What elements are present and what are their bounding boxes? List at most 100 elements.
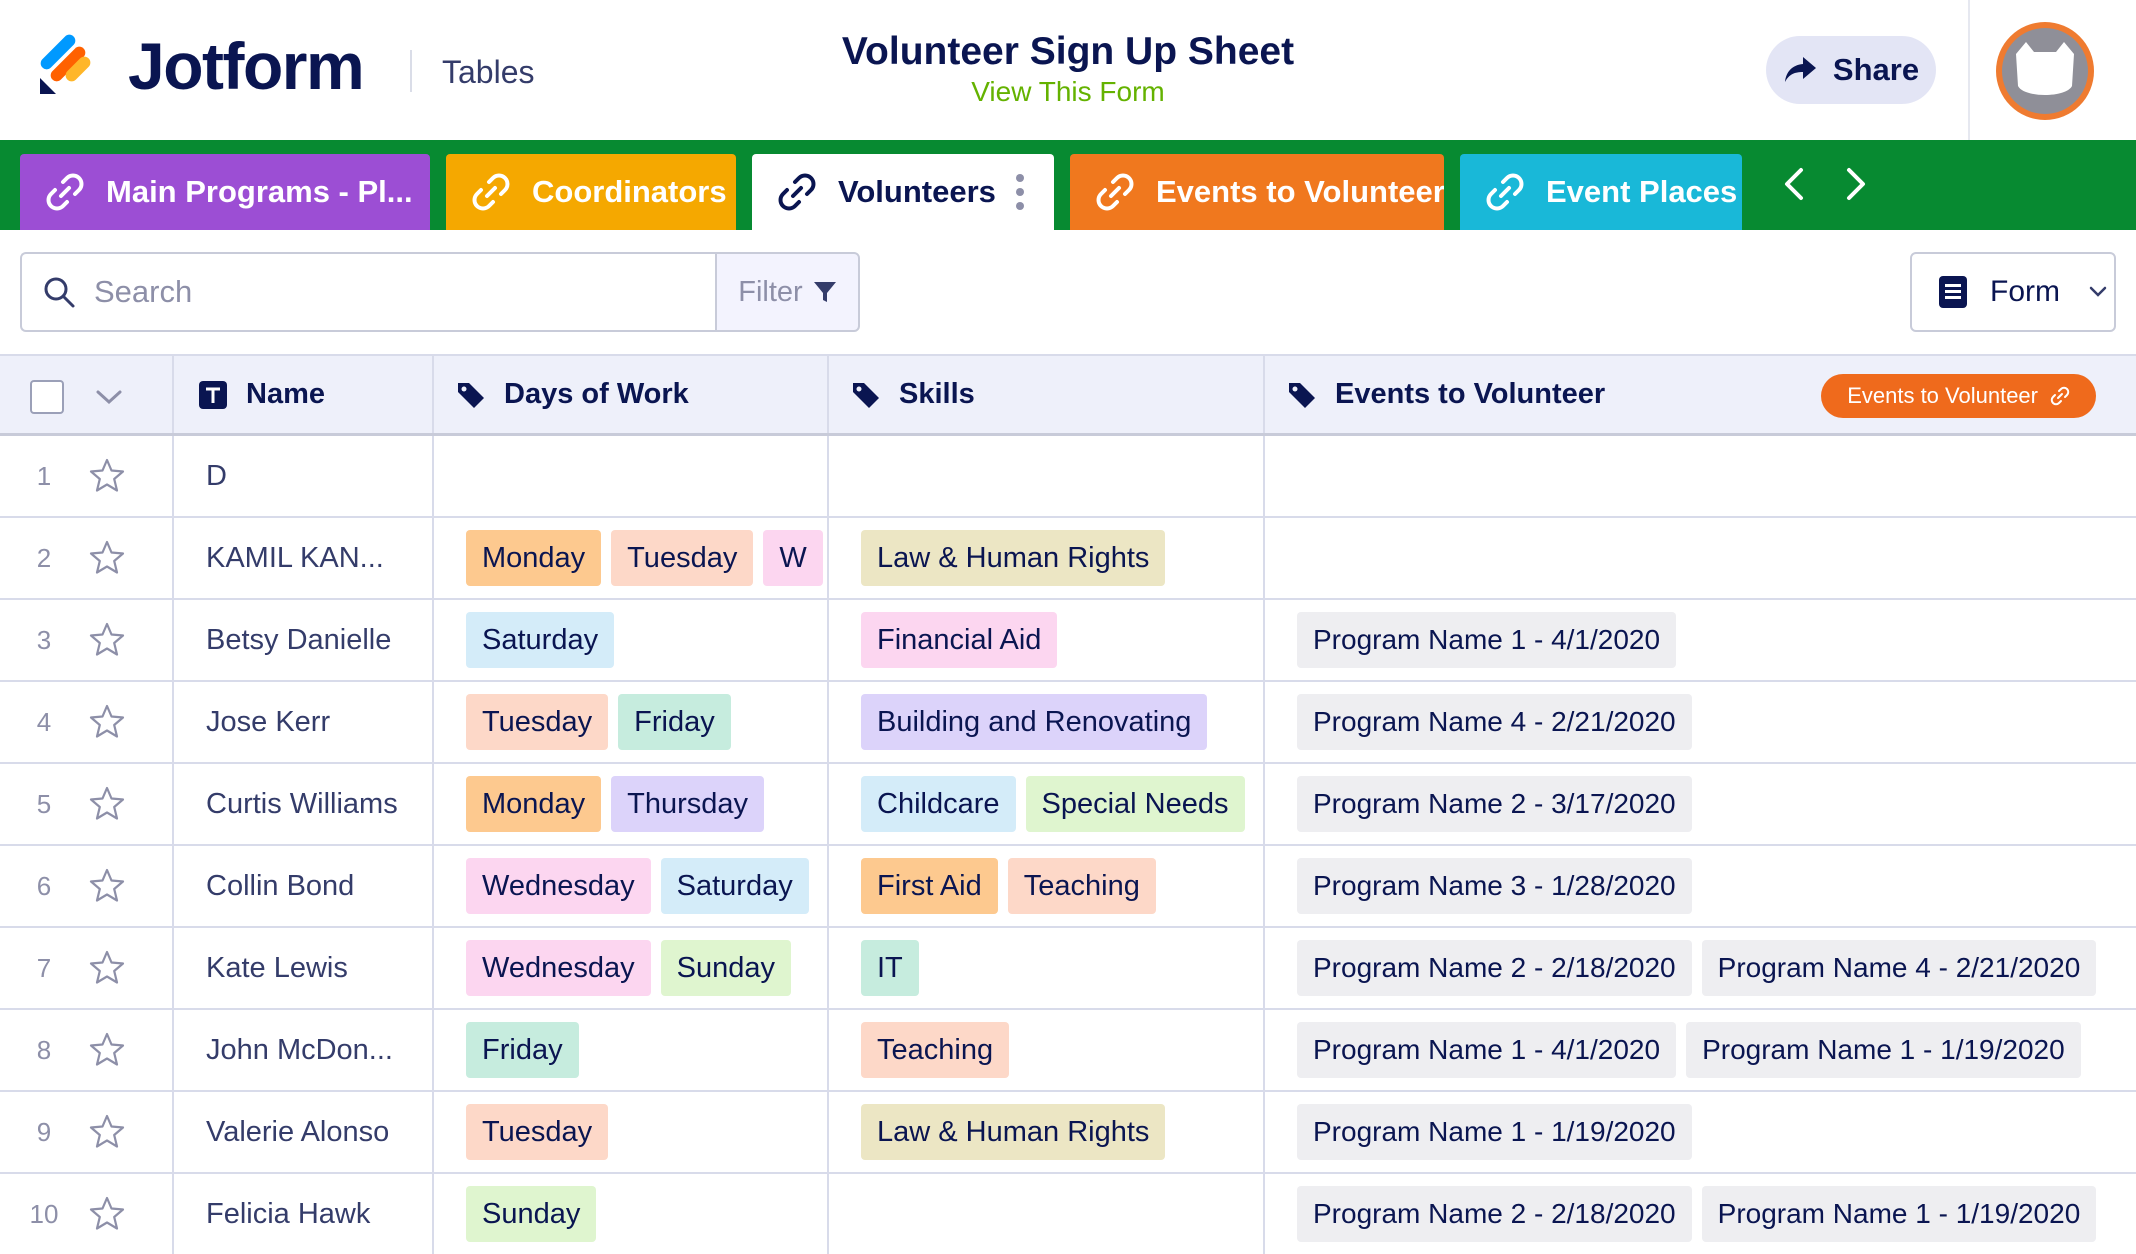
skills-cell[interactable] — [829, 436, 1265, 516]
events-to-volunteer-cell[interactable]: Program Name 2 - 2/18/2020 Program Name 4… — [1265, 928, 2136, 1008]
star-icon[interactable] — [88, 539, 126, 577]
skills-cell[interactable]: Financial Aid — [829, 600, 1265, 680]
column-header-name[interactable]: Name — [174, 356, 434, 433]
search-input[interactable] — [94, 274, 694, 310]
days-of-work-cell[interactable]: Tuesday Friday — [434, 682, 829, 762]
row-index-cell: 3 — [0, 600, 174, 680]
chevron-down-icon — [2089, 286, 2107, 297]
chevron-left-icon[interactable] — [1774, 162, 1818, 206]
tab-events-to-volunteer[interactable]: Events to Volunteer — [1070, 154, 1444, 230]
column-header-events-to-volunteer[interactable]: Events to Volunteer Events to Volunteer — [1265, 356, 2136, 433]
event-tag[interactable]: Program Name 1 - 4/1/2020 — [1297, 612, 1677, 668]
chevron-down-icon[interactable] — [94, 388, 124, 406]
events-to-volunteer-cell[interactable]: Program Name 1 - 4/1/2020 Program Name 1 … — [1265, 1010, 2136, 1090]
skill-tag: Law & Human Rights — [861, 1104, 1166, 1160]
search-box[interactable] — [20, 252, 716, 332]
view-form-link[interactable]: View This Form — [740, 74, 1396, 110]
event-tag[interactable]: Program Name 1 - 1/19/2020 — [1686, 1022, 2081, 1078]
star-icon[interactable] — [88, 785, 126, 823]
name-cell[interactable]: Curtis Williams — [174, 764, 434, 844]
events-to-volunteer-cell[interactable]: Program Name 2 - 3/17/2020 — [1265, 764, 2136, 844]
tab-volunteers[interactable]: Volunteers — [752, 154, 1054, 230]
star-icon[interactable] — [88, 1113, 126, 1151]
day-tag: Sunday — [466, 1186, 597, 1242]
name-cell[interactable]: D — [174, 436, 434, 516]
days-of-work-cell[interactable]: Monday Thursday — [434, 764, 829, 844]
skills-cell[interactable]: Building and Renovating — [829, 682, 1265, 762]
name-cell[interactable]: Kate Lewis — [174, 928, 434, 1008]
tab-coordinators[interactable]: Coordinators — [446, 154, 736, 230]
name-cell[interactable]: John McDon... — [174, 1010, 434, 1090]
day-tag: Wednesday — [466, 858, 651, 914]
skills-cell[interactable]: Childcare Special Needs — [829, 764, 1265, 844]
view-form-button[interactable]: Form — [1910, 252, 2116, 332]
events-to-volunteer-cell[interactable] — [1265, 518, 2136, 598]
event-tag[interactable]: Program Name 2 - 3/17/2020 — [1297, 776, 1692, 832]
jotform-logo-icon[interactable] — [38, 34, 100, 96]
star-icon[interactable] — [88, 949, 126, 987]
star-icon[interactable] — [88, 621, 126, 659]
events-to-volunteer-cell[interactable]: Program Name 4 - 2/21/2020 — [1265, 682, 2136, 762]
name-cell[interactable]: Felicia Hawk — [174, 1174, 434, 1254]
days-of-work-cell[interactable] — [434, 436, 829, 516]
star-icon[interactable] — [88, 703, 126, 741]
day-tag: Saturday — [466, 612, 615, 668]
tab-event-places[interactable]: Event Places — [1460, 154, 1742, 230]
column-header-days-of-work[interactable]: Days of Work — [434, 356, 829, 433]
star-icon[interactable] — [88, 867, 126, 905]
name-cell[interactable]: Valerie Alonso — [174, 1092, 434, 1172]
events-to-volunteer-cell[interactable]: Program Name 3 - 1/28/2020 — [1265, 846, 2136, 926]
filter-button[interactable]: Filter — [715, 252, 860, 332]
star-icon[interactable] — [88, 457, 126, 495]
events-to-volunteer-cell[interactable]: Program Name 1 - 1/19/2020 — [1265, 1092, 2136, 1172]
event-tag[interactable]: Program Name 3 - 1/28/2020 — [1297, 858, 1692, 914]
event-tag[interactable]: Program Name 2 - 2/18/2020 — [1297, 940, 1692, 996]
events-to-volunteer-cell[interactable] — [1265, 436, 2136, 516]
skill-tag: Law & Human Rights — [861, 530, 1166, 586]
events-to-volunteer-cell[interactable]: Program Name 2 - 2/18/2020 Program Name 1… — [1265, 1174, 2136, 1254]
name-cell[interactable]: Collin Bond — [174, 846, 434, 926]
event-tag[interactable]: Program Name 4 - 2/21/2020 — [1297, 694, 1692, 750]
skills-cell[interactable]: First Aid Teaching — [829, 846, 1265, 926]
name-cell[interactable]: Jose Kerr — [174, 682, 434, 762]
event-tag[interactable]: Program Name 1 - 4/1/2020 — [1297, 1022, 1677, 1078]
event-tag[interactable]: Program Name 1 - 1/19/2020 — [1701, 1186, 2097, 1242]
star-icon[interactable] — [88, 1031, 126, 1069]
days-of-work-cell[interactable]: Wednesday Saturday — [434, 846, 829, 926]
name-cell[interactable]: KAMIL KAN... — [174, 518, 434, 598]
skills-cell[interactable] — [829, 1174, 1265, 1254]
skills-cell[interactable]: Law & Human Rights — [829, 1092, 1265, 1172]
tab-main-programs[interactable]: Main Programs - Pl... — [20, 154, 430, 230]
days-of-work-cell[interactable]: Wednesday Sunday — [434, 928, 829, 1008]
select-column-header — [0, 356, 174, 433]
day-tag: Friday — [466, 1022, 579, 1078]
event-tag[interactable]: Program Name 4 - 2/21/2020 — [1701, 940, 2097, 996]
column-header-skills[interactable]: Skills — [829, 356, 1265, 433]
chevron-right-icon[interactable] — [1832, 162, 1876, 206]
page-title: Volunteer Sign Up Sheet — [841, 30, 1295, 73]
linked-table-badge[interactable]: Events to Volunteer — [1821, 374, 2096, 418]
share-button[interactable]: Share — [1766, 36, 1936, 104]
day-tag: Wednesday — [466, 940, 651, 996]
row-index-cell: 4 — [0, 682, 174, 762]
skills-cell[interactable]: IT — [829, 928, 1265, 1008]
days-of-work-cell[interactable]: Monday Tuesday W — [434, 518, 829, 598]
filter-funnel-icon — [813, 282, 836, 302]
event-tag[interactable]: Program Name 1 - 1/19/2020 — [1297, 1104, 1692, 1160]
section-label: Tables — [442, 54, 535, 90]
days-of-work-cell[interactable]: Tuesday — [434, 1092, 829, 1172]
days-of-work-cell[interactable]: Friday — [434, 1010, 829, 1090]
row-index-cell: 8 — [0, 1010, 174, 1090]
event-tag[interactable]: Program Name 2 - 2/18/2020 — [1297, 1186, 1692, 1242]
tab-more-options-icon[interactable] — [1016, 174, 1024, 210]
avatar[interactable] — [1996, 22, 2094, 120]
jotform-logo-text[interactable]: Jotform — [128, 26, 365, 106]
skills-cell[interactable]: Law & Human Rights — [829, 518, 1265, 598]
days-of-work-cell[interactable]: Sunday — [434, 1174, 829, 1254]
events-to-volunteer-cell[interactable]: Program Name 1 - 4/1/2020 — [1265, 600, 2136, 680]
name-cell[interactable]: Betsy Danielle — [174, 600, 434, 680]
skills-cell[interactable]: Teaching — [829, 1010, 1265, 1090]
days-of-work-cell[interactable]: Saturday — [434, 600, 829, 680]
select-all-checkbox[interactable] — [30, 380, 64, 414]
star-icon[interactable] — [88, 1195, 126, 1233]
